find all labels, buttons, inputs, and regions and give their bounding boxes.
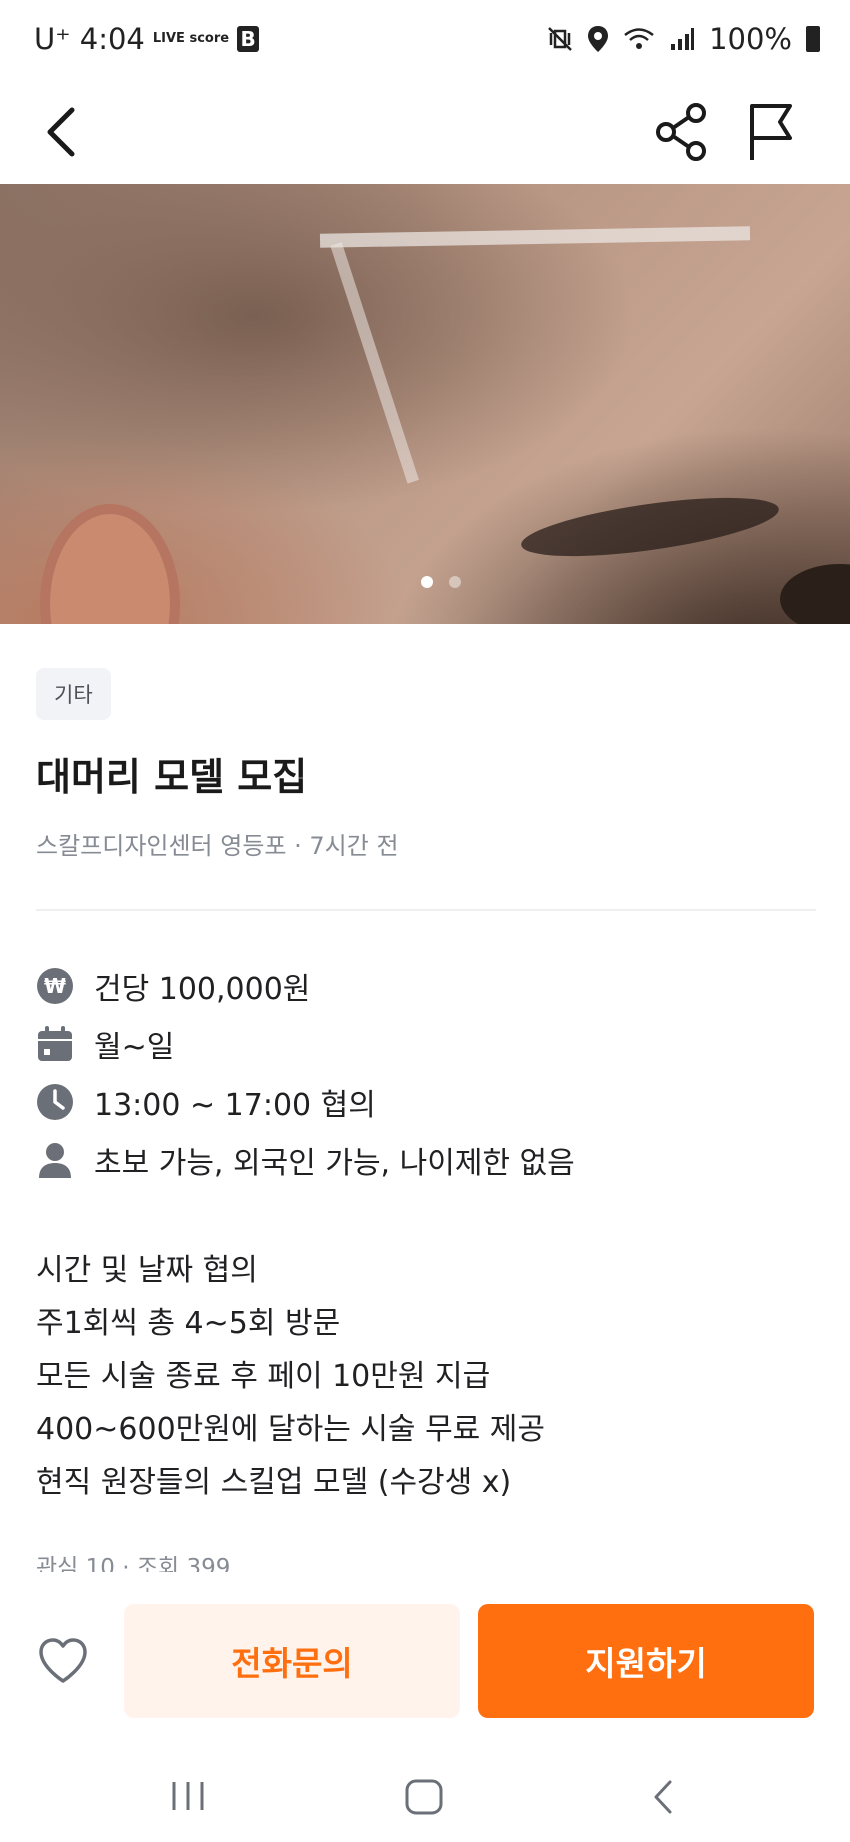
photo-detail — [330, 242, 419, 484]
info-days: 월~일 — [36, 1022, 174, 1066]
post-image-carousel[interactable] — [0, 184, 850, 624]
top-app-bar — [0, 80, 850, 184]
person-icon — [36, 1141, 74, 1179]
vibrate-mute-icon — [548, 27, 572, 51]
home-button[interactable] — [404, 1778, 444, 1816]
apply-button[interactable]: 지원하기 — [478, 1604, 814, 1718]
calendar-icon — [36, 1025, 74, 1063]
carousel-indicator — [16, 576, 850, 588]
signal-icon — [671, 28, 695, 50]
battery-icon — [806, 26, 820, 52]
description-line: 모든 시술 종료 후 페이 10만원 지급 — [36, 1359, 491, 1394]
location-icon — [588, 26, 609, 52]
description-line: 시간 및 날짜 협의 — [36, 1253, 258, 1288]
won-icon: ₩ — [36, 967, 74, 1005]
back-arrow-icon — [654, 1780, 672, 1814]
post-description: 시간 및 날짜 협의 주1회씩 총 4~5회 방문 모든 시술 종료 후 페이 … — [36, 1244, 545, 1509]
description-line: 400~600만원에 달하는 시술 무료 제공 — [36, 1412, 546, 1447]
post-stats: 관심 10 · 조회 399 — [36, 1555, 231, 1572]
chevron-left-icon — [47, 107, 75, 157]
share-button[interactable] — [650, 96, 714, 166]
call-inquiry-button[interactable]: 전화문의 — [124, 1604, 460, 1718]
photo-detail — [319, 226, 751, 248]
time-text: 13:00 ~ 17:00 협의 — [94, 1088, 376, 1123]
description-line: 현직 원장들의 스킬업 모델 (수강생 x) — [36, 1465, 512, 1500]
days-text: 월~일 — [94, 1030, 175, 1065]
status-bar: U⁺ 4:04 LIVE score B 100% — [0, 0, 850, 80]
carrier-time: U⁺ 4:04 — [34, 22, 145, 56]
bottom-action-bar: 전화문의 지원하기 — [0, 1572, 850, 1750]
live-score-icon: LIVE score — [152, 31, 230, 46]
heart-outline-icon — [39, 1638, 87, 1683]
info-time: 13:00 ~ 17:00 협의 — [36, 1080, 376, 1124]
carousel-dot-active — [421, 576, 433, 588]
photo-detail — [518, 486, 782, 568]
back-button[interactable] — [36, 96, 96, 166]
post-title: 대머리 모델 모집 — [36, 755, 308, 799]
system-nav-bar — [0, 1750, 850, 1842]
photo-detail — [40, 504, 180, 624]
post-subtitle[interactable]: 스칼프디자인센터 영등포 · 7시간 전 — [36, 826, 399, 861]
b-app-icon: B — [237, 26, 260, 52]
photo-detail — [780, 564, 850, 624]
divider — [36, 909, 816, 911]
carousel-dot — [449, 576, 461, 588]
share-icon — [656, 103, 706, 161]
info-pay: ₩ 건당 100,000원 — [36, 964, 310, 1008]
recent-apps-icon — [172, 1782, 204, 1810]
recent-apps-button[interactable] — [168, 1778, 208, 1814]
status-left: U⁺ 4:04 LIVE score B — [34, 22, 260, 56]
system-back-button[interactable] — [648, 1778, 678, 1816]
battery-percent: 100% — [709, 22, 792, 56]
post-content: 기타 대머리 모델 모집 스칼프디자인센터 영등포 · 7시간 전 ₩ 건당 1… — [0, 624, 850, 1572]
svg-text:₩: ₩ — [44, 974, 66, 998]
info-conditions: 초보 가능, 외국인 가능, 나이제한 없음 — [36, 1138, 575, 1182]
status-right: 100% — [547, 22, 820, 56]
clock-icon — [36, 1083, 74, 1121]
like-button[interactable] — [34, 1632, 92, 1690]
wifi-icon — [624, 28, 654, 49]
home-icon — [405, 1779, 443, 1815]
pay-text: 건당 100,000원 — [94, 972, 311, 1007]
flag-icon — [750, 104, 792, 160]
conditions-text: 초보 가능, 외국인 가능, 나이제한 없음 — [94, 1146, 575, 1181]
description-line: 주1회씩 총 4~5회 방문 — [36, 1306, 341, 1341]
category-tag: 기타 — [36, 668, 111, 720]
report-button[interactable] — [740, 96, 804, 166]
